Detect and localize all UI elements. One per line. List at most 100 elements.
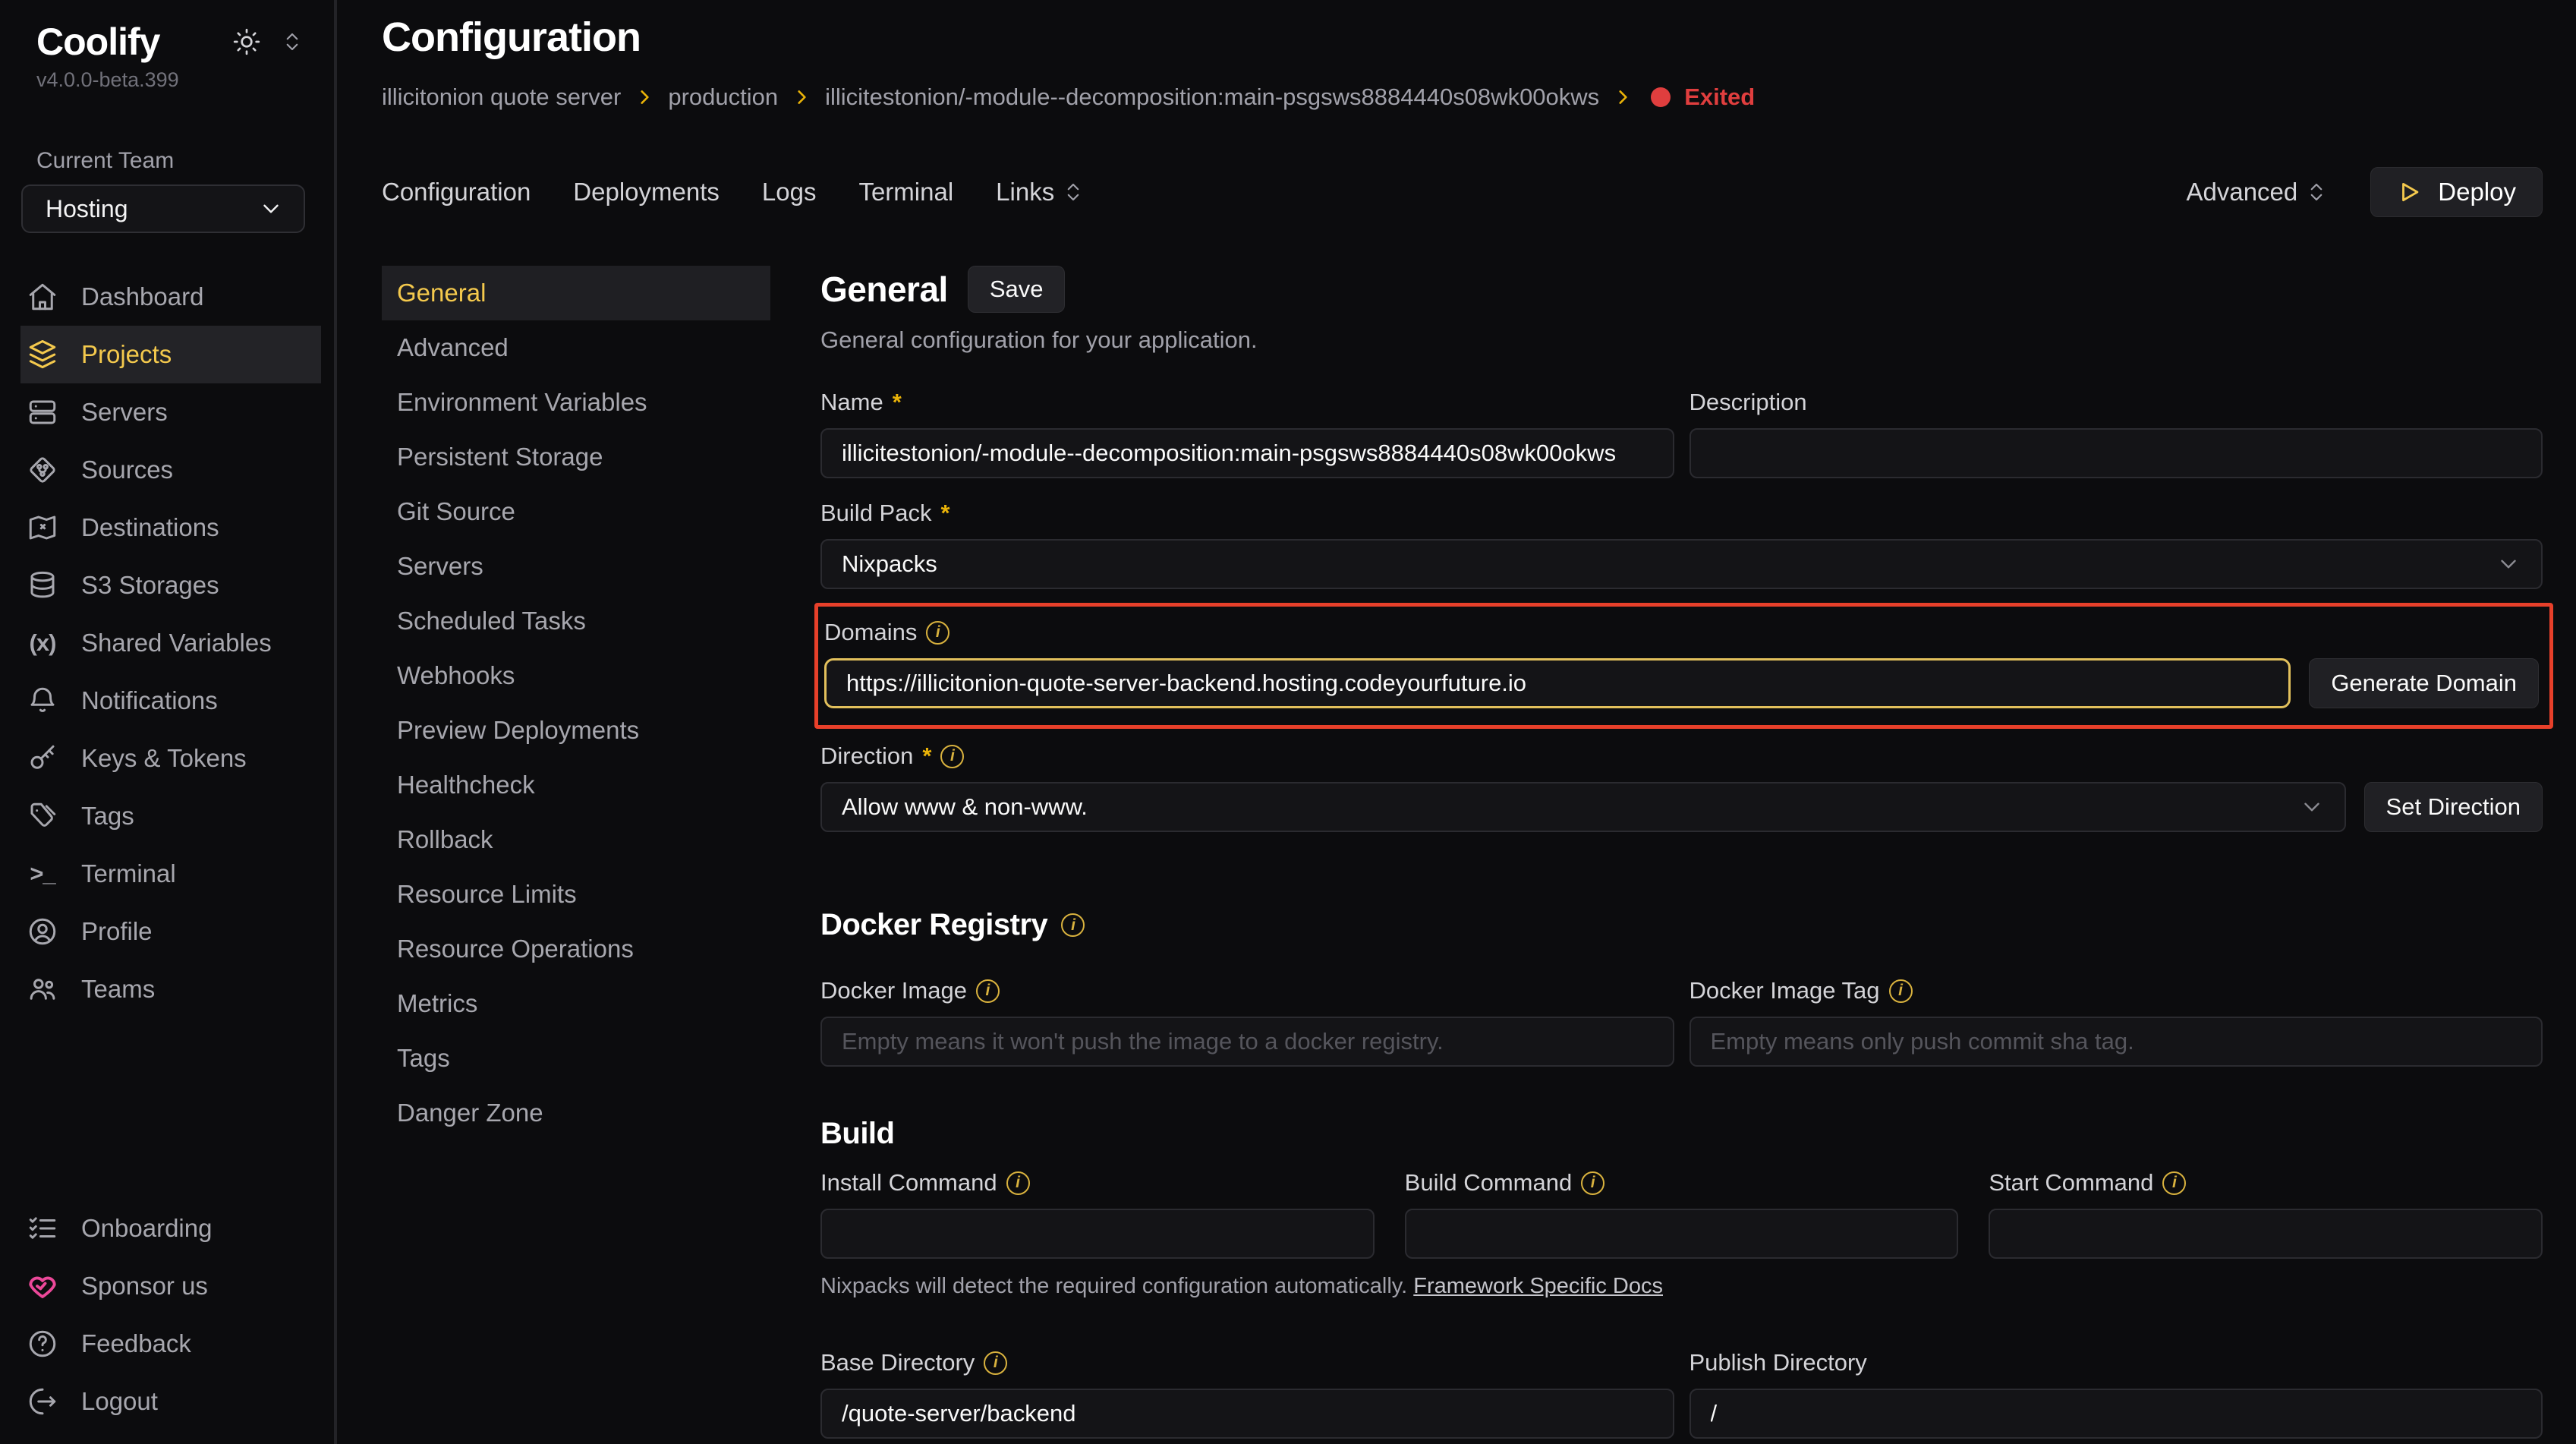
subnav-item-servers[interactable]: Servers xyxy=(382,539,770,594)
subnav-item-general[interactable]: General xyxy=(382,266,770,320)
domains-input[interactable] xyxy=(824,658,2291,708)
breadcrumb: illicitonion quote server production ill… xyxy=(382,84,2543,111)
base-directory-label: Base Directory xyxy=(820,1349,975,1376)
breadcrumb-application[interactable]: illicitestonion/-module--decomposition:m… xyxy=(825,84,1599,111)
subnav-item-rollback[interactable]: Rollback xyxy=(382,812,770,867)
sidebar-item-s3-storages[interactable]: S3 Storages xyxy=(20,556,321,614)
sidebar-item-destinations[interactable]: Destinations xyxy=(20,499,321,556)
subnav-item-git-source[interactable]: Git Source xyxy=(382,484,770,539)
sidebar-item-feedback[interactable]: Feedback xyxy=(20,1315,321,1373)
generate-domain-button[interactable]: Generate Domain xyxy=(2309,658,2539,708)
sidebar-item-terminal[interactable]: >_ Terminal xyxy=(20,845,321,903)
subnav-item-webhooks[interactable]: Webhooks xyxy=(382,648,770,703)
deploy-button-label: Deploy xyxy=(2438,178,2516,207)
app-logo: Coolify xyxy=(36,20,159,64)
tab-logs[interactable]: Logs xyxy=(762,178,817,207)
home-icon xyxy=(27,281,58,313)
set-direction-button[interactable]: Set Direction xyxy=(2364,782,2543,832)
sidebar-item-label: Shared Variables xyxy=(81,629,272,657)
sidebar-item-label: S3 Storages xyxy=(81,571,219,600)
start-command-input[interactable] xyxy=(1989,1209,2543,1259)
sidebar-item-profile[interactable]: Profile xyxy=(20,903,321,960)
subnav-item-preview-deployments[interactable]: Preview Deployments xyxy=(382,703,770,758)
advanced-menu[interactable]: Advanced xyxy=(2186,178,2328,207)
name-input[interactable] xyxy=(820,428,1674,478)
database-icon xyxy=(27,569,58,601)
team-select[interactable]: Hosting xyxy=(21,184,305,233)
sidebar-item-notifications[interactable]: Notifications xyxy=(20,672,321,730)
sidebar-item-sponsor-us[interactable]: Sponsor us xyxy=(20,1257,321,1315)
subnav-item-resource-operations[interactable]: Resource Operations xyxy=(382,922,770,976)
tags-icon xyxy=(27,800,58,832)
build-pack-label: Build Pack xyxy=(820,500,931,527)
description-input[interactable] xyxy=(1690,428,2543,478)
base-directory-input[interactable] xyxy=(820,1389,1674,1439)
sidebar-item-tags[interactable]: Tags xyxy=(20,787,321,845)
sidebar-item-servers[interactable]: Servers xyxy=(20,383,321,441)
subnav-item-advanced[interactable]: Advanced xyxy=(382,320,770,375)
tab-links[interactable]: Links xyxy=(996,178,1085,207)
install-command-input[interactable] xyxy=(820,1209,1375,1259)
save-button[interactable]: Save xyxy=(968,266,1066,313)
docker-image-tag-input[interactable] xyxy=(1690,1017,2543,1067)
tab-configuration[interactable]: Configuration xyxy=(382,178,531,207)
direction-select[interactable]: Allow www & non-www. xyxy=(820,782,2346,832)
status-dot xyxy=(1651,87,1671,107)
theme-chevrons-up-down-icon[interactable] xyxy=(281,30,304,53)
sidebar-item-sources[interactable]: Sources xyxy=(20,441,321,499)
subnav-item-tags[interactable]: Tags xyxy=(382,1031,770,1086)
help-circle-icon xyxy=(27,1328,58,1360)
chevrons-up-down-icon xyxy=(1062,181,1085,203)
sidebar-item-dashboard[interactable]: Dashboard xyxy=(20,268,321,326)
subnav-item-persistent-storage[interactable]: Persistent Storage xyxy=(382,430,770,484)
sidebar-item-onboarding[interactable]: Onboarding xyxy=(20,1200,321,1257)
layers-icon xyxy=(27,339,58,370)
info-icon: i xyxy=(1581,1171,1604,1195)
terminal-icon: >_ xyxy=(27,860,58,888)
publish-directory-label: Publish Directory xyxy=(1690,1349,1867,1376)
sidebar-item-label: Feedback xyxy=(81,1329,191,1358)
page-title: Configuration xyxy=(382,14,2543,61)
deploy-button[interactable]: Deploy xyxy=(2370,167,2543,217)
variables-icon: (x) xyxy=(27,629,58,657)
name-label: Name xyxy=(820,389,883,416)
user-circle-icon xyxy=(27,916,58,947)
sidebar-item-projects[interactable]: Projects xyxy=(20,326,321,383)
sidebar-item-label: Notifications xyxy=(81,686,218,715)
docker-image-label: Docker Image xyxy=(820,977,967,1004)
chevron-down-icon xyxy=(2496,551,2521,577)
build-command-input[interactable] xyxy=(1405,1209,1959,1259)
framework-docs-link[interactable]: Framework Specific Docs xyxy=(1413,1274,1663,1298)
sidebar-item-label: Tags xyxy=(81,802,134,831)
subnav-item-danger-zone[interactable]: Danger Zone xyxy=(382,1086,770,1140)
tab-deployments[interactable]: Deployments xyxy=(573,178,720,207)
docker-image-input[interactable] xyxy=(820,1017,1674,1067)
section-heading-build: Build xyxy=(820,1117,894,1151)
sidebar-item-shared-variables[interactable]: (x) Shared Variables xyxy=(20,614,321,672)
sidebar-item-keys-tokens[interactable]: Keys & Tokens xyxy=(20,730,321,787)
tab-terminal[interactable]: Terminal xyxy=(858,178,953,207)
breadcrumb-project[interactable]: illicitonion quote server xyxy=(382,84,621,111)
subnav-item-environment-variables[interactable]: Environment Variables xyxy=(382,375,770,430)
sidebar-item-teams[interactable]: Teams xyxy=(20,960,321,1018)
subnav-item-metrics[interactable]: Metrics xyxy=(382,976,770,1031)
build-pack-select[interactable]: Nixpacks xyxy=(820,539,2543,589)
current-team-label: Current Team xyxy=(0,92,334,184)
section-subtitle: General configuration for your applicati… xyxy=(820,326,2543,354)
theme-sun-icon[interactable] xyxy=(232,27,261,56)
sidebar-item-label: Dashboard xyxy=(81,282,203,311)
subnav-item-healthcheck[interactable]: Healthcheck xyxy=(382,758,770,812)
subnav-item-scheduled-tasks[interactable]: Scheduled Tasks xyxy=(382,594,770,648)
tab-links-label: Links xyxy=(996,178,1054,207)
subnav-item-resource-limits[interactable]: Resource Limits xyxy=(382,867,770,922)
heart-icon xyxy=(27,1270,58,1302)
tab-row: Configuration Deployments Logs Terminal … xyxy=(382,167,2543,217)
main-content: Configuration illicitonion quote server … xyxy=(337,0,2576,1444)
breadcrumb-environment[interactable]: production xyxy=(668,84,778,111)
key-icon xyxy=(27,742,58,774)
sidebar-item-label: Destinations xyxy=(81,513,219,542)
info-icon: i xyxy=(1889,979,1913,1003)
sidebar-item-logout[interactable]: Logout xyxy=(20,1373,321,1430)
chevron-down-icon xyxy=(2299,794,2325,820)
publish-directory-input[interactable] xyxy=(1690,1389,2543,1439)
